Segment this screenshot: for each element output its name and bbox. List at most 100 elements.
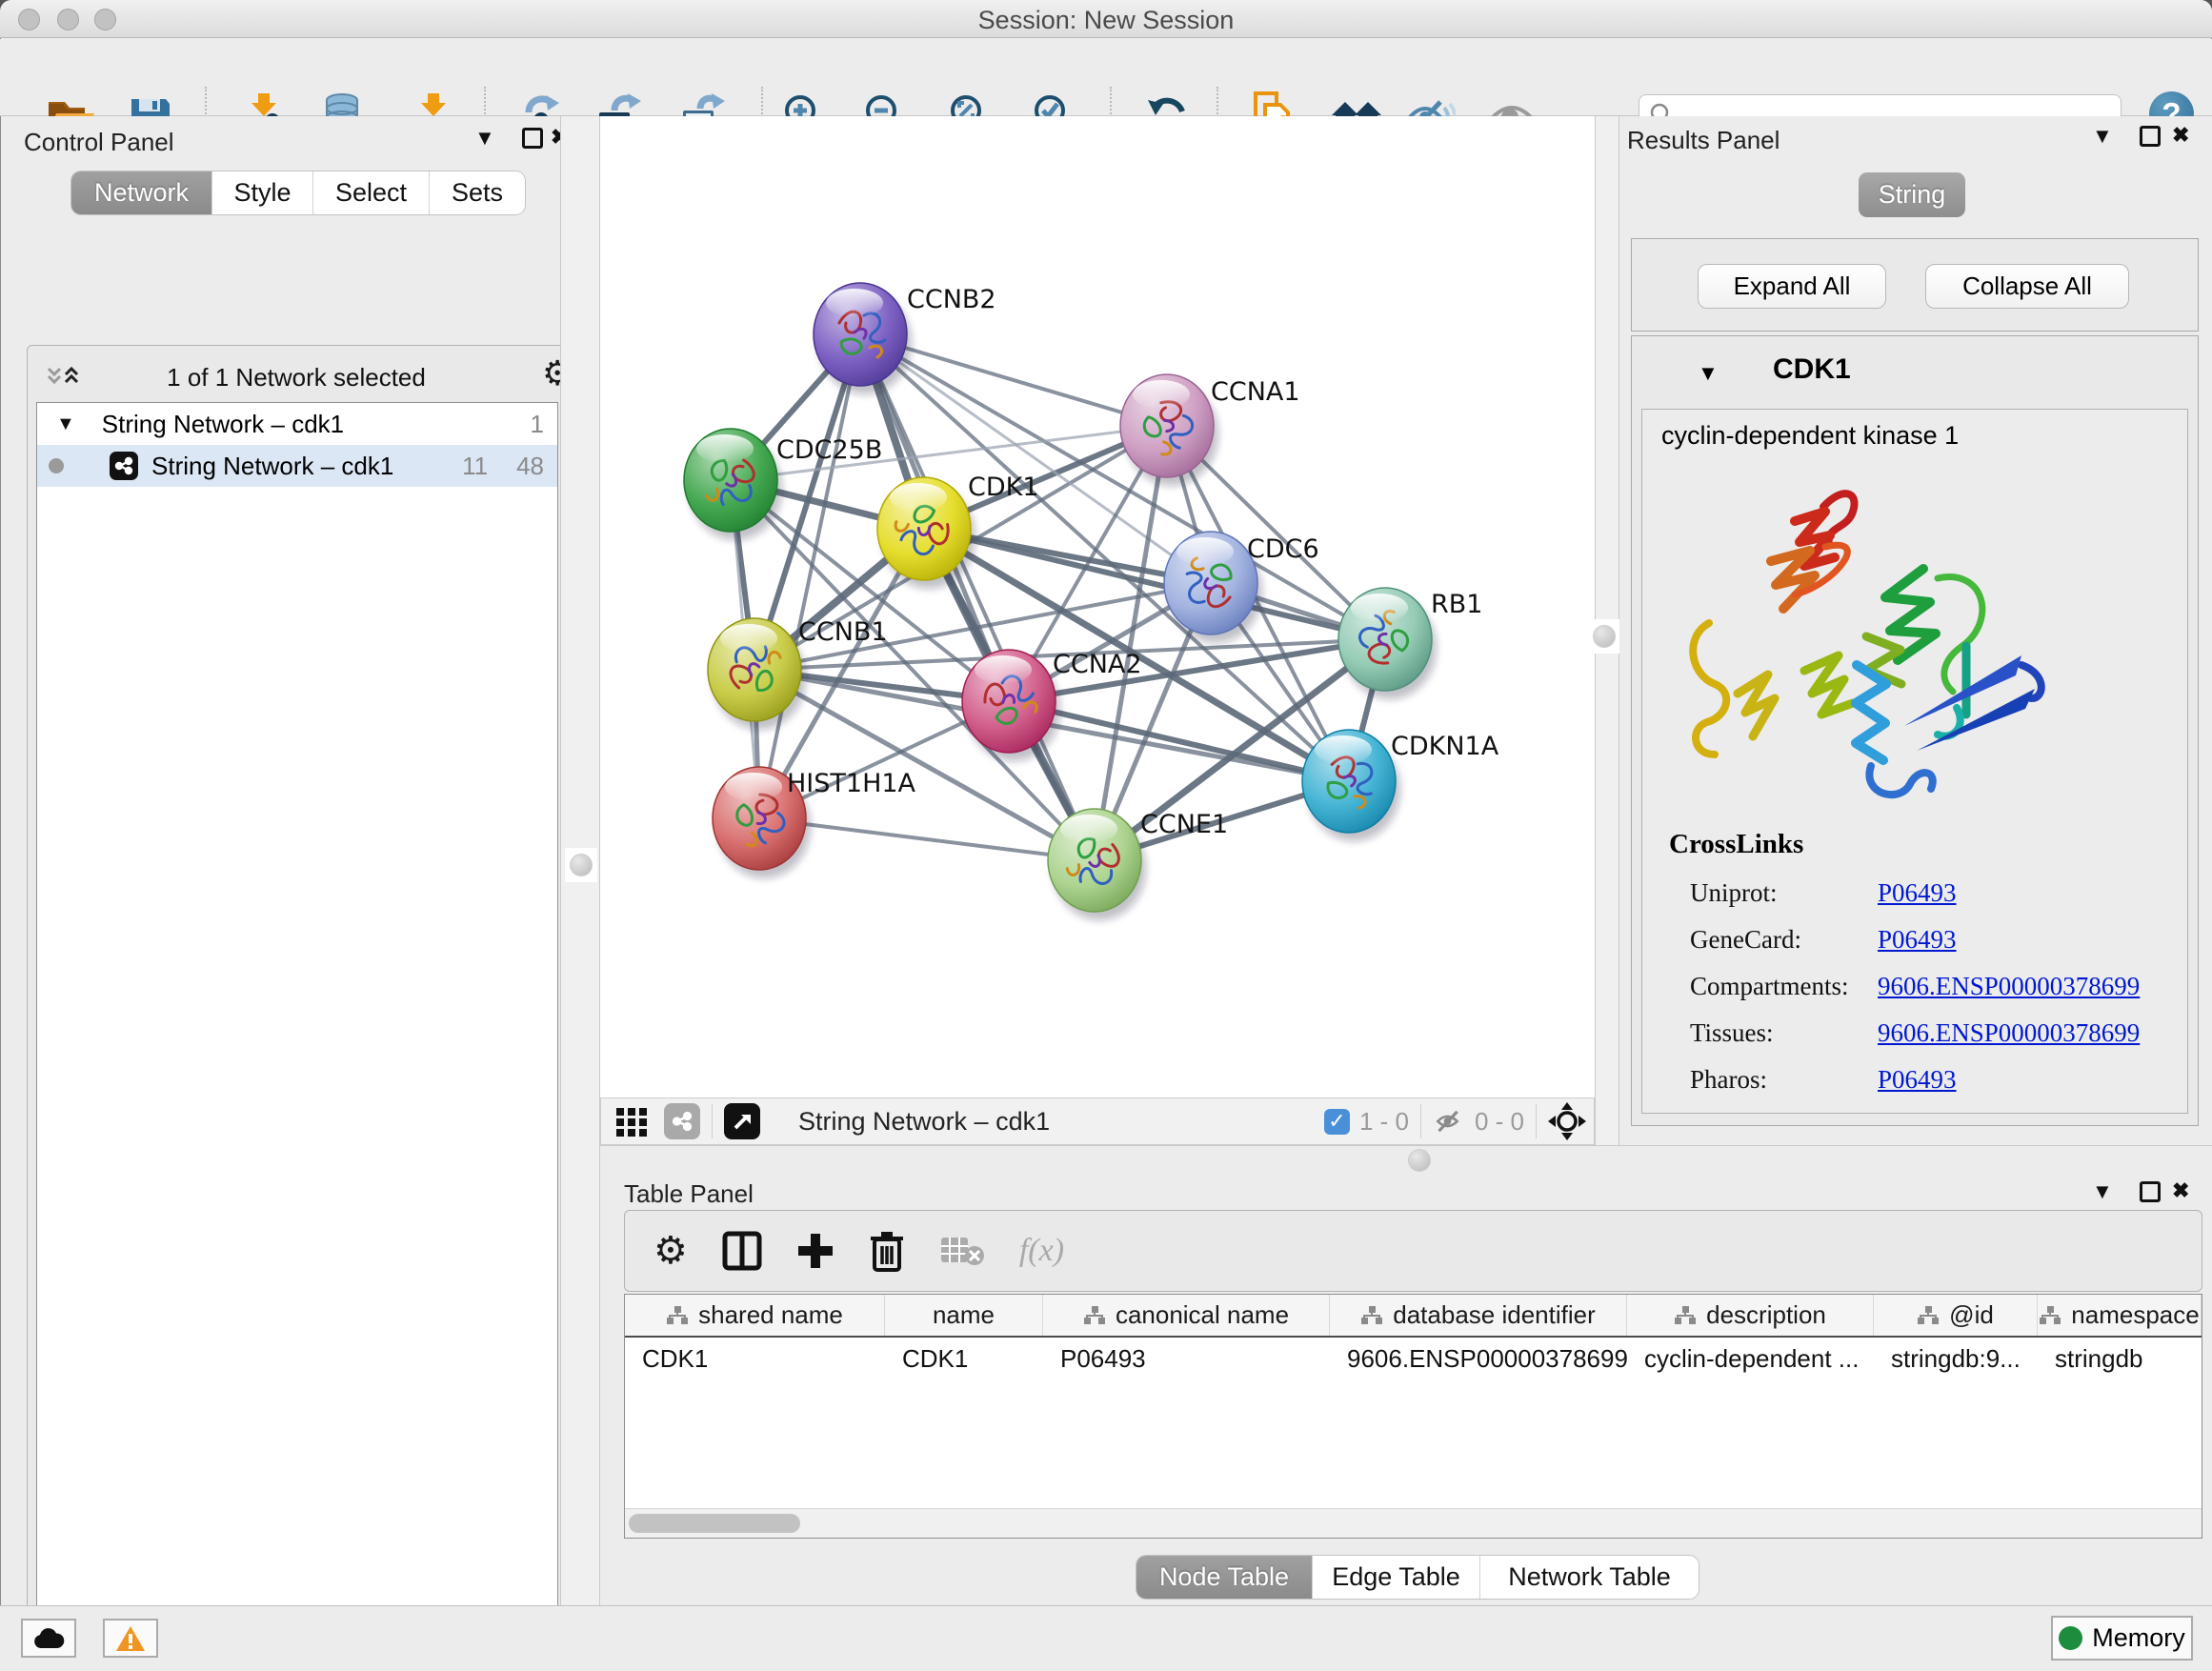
crosslink-label: Compartments: [1690, 972, 1878, 1001]
add-column-icon[interactable] [796, 1232, 835, 1270]
show-columns-icon[interactable] [722, 1231, 762, 1271]
network-node-CCNA2[interactable] [962, 650, 1060, 761]
pan-crosshair-icon[interactable] [1548, 1102, 1586, 1140]
expand-triangle-icon[interactable]: ▼ [56, 413, 75, 435]
panel-float-icon[interactable] [522, 128, 543, 149]
column-header-name[interactable]: name [885, 1295, 1043, 1336]
table-cell[interactable]: P06493 [1043, 1338, 1330, 1379]
hidden-eye-icon[interactable] [1433, 1108, 1467, 1135]
table-row[interactable]: CDK1CDK1P064939606.ENSP00000378699cyclin… [625, 1338, 2202, 1379]
network-canvas[interactable]: CCNB2CCNA1CDC25BCDK1CDC6RB1CCNB1CCNA2CDK… [600, 116, 1595, 1097]
network-tree: ▼ String Network – cdk1 1 String Network… [36, 402, 558, 1671]
network-node-CDK1[interactable] [877, 477, 975, 589]
memory-status-dot [2059, 1626, 2082, 1650]
tab-select[interactable]: Select [313, 171, 430, 214]
node-count: 11 [462, 452, 488, 481]
network-node-CCNA1[interactable] [1120, 374, 1218, 486]
network-node-CCNB2[interactable] [814, 283, 912, 394]
panel-close-icon[interactable]: ✖ [2172, 123, 2189, 148]
table-cell[interactable]: CDK1 [625, 1338, 885, 1379]
horizontal-scrollbar[interactable] [625, 1508, 2202, 1538]
horizontal-splitter[interactable] [600, 1145, 2212, 1174]
column-header-@id[interactable]: @id [1874, 1295, 2038, 1336]
column-header-canonical-name[interactable]: canonical name [1043, 1295, 1330, 1336]
column-header-database-identifier[interactable]: database identifier [1330, 1295, 1627, 1336]
panel-menu-icon[interactable]: ▼ [2092, 124, 2113, 149]
node-table: shared namename canonical name database id… [624, 1294, 2202, 1539]
crosslink-link[interactable]: 9606.ENSP00000378699 [1878, 972, 2140, 1001]
selected-counts: 1 - 0 [1359, 1107, 1409, 1137]
control-panel-tabs: NetworkStyleSelectSets [71, 171, 525, 214]
splitter-knob[interactable] [1593, 625, 1616, 648]
table-cell[interactable]: cyclin-dependent ... [1627, 1338, 1874, 1379]
table-cell[interactable]: stringdb [2038, 1338, 2202, 1379]
splitter-knob[interactable] [1408, 1149, 1431, 1172]
crosslink-link[interactable]: P06493 [1878, 1065, 1957, 1095]
warning-status-button[interactable] [103, 1619, 158, 1658]
column-header-description[interactable]: description [1627, 1295, 1874, 1336]
network-share-icon[interactable] [664, 1103, 700, 1139]
table-cell[interactable]: CDK1 [885, 1338, 1043, 1379]
toolbar-separator [1420, 1104, 1421, 1138]
shared-column-icon [666, 1305, 689, 1326]
delete-column-trash-icon[interactable] [869, 1230, 905, 1272]
status-bar: Memory [0, 1605, 2212, 1671]
network-tree-row[interactable]: String Network – cdk1 11 48 [37, 445, 557, 487]
expand-all-button[interactable]: Expand All [1698, 264, 1886, 309]
splitter-knob[interactable] [570, 854, 593, 876]
tab-style[interactable]: Style [212, 171, 313, 214]
section-collapse-triangle-icon[interactable]: ▼ [1698, 361, 1719, 386]
right-splitter[interactable] [1595, 116, 1619, 1145]
function-builder-icon: f(x) [1019, 1233, 1064, 1269]
tab-string[interactable]: String [1859, 172, 1965, 217]
tab-sets[interactable]: Sets [430, 171, 525, 214]
column-header-shared-name[interactable]: shared name [625, 1295, 885, 1336]
panel-menu-icon[interactable]: ▼ [474, 126, 495, 151]
birdseye-grid-icon[interactable] [614, 1104, 649, 1138]
tab-edge-table[interactable]: Edge Table [1313, 1556, 1480, 1599]
network-node-CDKN1A[interactable] [1302, 730, 1400, 841]
tab-network[interactable]: Network [71, 171, 212, 214]
scrollbar-thumb[interactable] [629, 1514, 800, 1533]
tab-network-table[interactable]: Network Table [1480, 1556, 1699, 1599]
network-edge[interactable] [759, 334, 860, 818]
column-header-namespace[interactable]: namespace [2038, 1295, 2202, 1336]
panel-float-icon[interactable] [2140, 126, 2161, 147]
collapse-all-button[interactable]: Collapse All [1925, 264, 2129, 309]
crosslink-link[interactable]: 9606.ENSP00000378699 [1878, 1018, 2140, 1048]
panel-close-icon[interactable]: ✖ [2172, 1178, 2189, 1203]
panel-float-icon[interactable] [2140, 1181, 2161, 1202]
left-splitter[interactable] [560, 116, 600, 1605]
table-settings-gear-icon[interactable]: ⚙ [654, 1229, 688, 1273]
node-label-CCNB2: CCNB2 [907, 285, 996, 314]
network-node-RB1[interactable] [1338, 588, 1437, 699]
crosslink-link[interactable]: P06493 [1878, 925, 1957, 955]
control-panel-title: Control Panel [24, 128, 174, 157]
open-in-new-icon[interactable] [724, 1103, 760, 1139]
tab-node-table[interactable]: Node Table [1136, 1556, 1313, 1599]
crosslink-link[interactable]: P06493 [1878, 878, 1957, 908]
crosslink-label: GeneCard: [1690, 925, 1878, 955]
table-cell[interactable]: stringdb:9... [1874, 1338, 2038, 1379]
title-bar: Session: New Session [0, 0, 2212, 38]
node-label-CCNA2: CCNA2 [1053, 650, 1142, 679]
table-toolbar: ⚙ [624, 1210, 2202, 1292]
table-cell[interactable]: 9606.ENSP00000378699 [1330, 1338, 1627, 1379]
node-label-RB1: RB1 [1431, 590, 1482, 619]
shared-column-icon [2039, 1305, 2061, 1326]
panel-menu-icon[interactable]: ▼ [2092, 1179, 2113, 1204]
node-label-CCNB1: CCNB1 [798, 617, 888, 647]
column-label: canonical name [1116, 1300, 1289, 1330]
network-node-CDC25B[interactable] [684, 429, 782, 540]
column-label: description [1706, 1300, 1826, 1330]
selected-checkbox-icon[interactable]: ✓ [1324, 1109, 1350, 1135]
network-tree-root-row[interactable]: ▼ String Network – cdk1 1 [37, 403, 557, 445]
network-node-CCNE1[interactable] [1048, 809, 1146, 920]
cloud-status-button[interactable] [21, 1619, 76, 1658]
network-view-title: String Network – cdk1 [798, 1107, 1050, 1137]
shared-column-icon [1083, 1305, 1106, 1326]
table-tabs: Node TableEdge TableNetwork Table [1136, 1556, 1699, 1599]
app-window: Session: New Session [0, 0, 2212, 1671]
crosslink-label: Tissues: [1690, 1018, 1878, 1048]
memory-button[interactable]: Memory [2051, 1616, 2193, 1661]
